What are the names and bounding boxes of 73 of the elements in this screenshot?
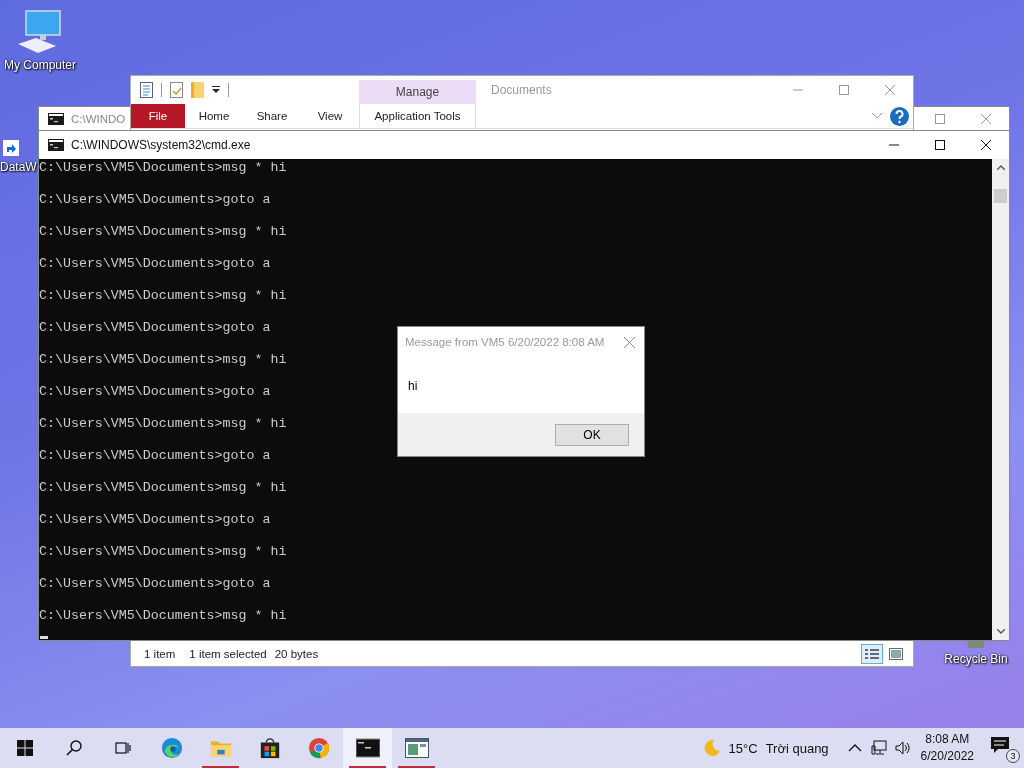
- window-title: C:\WINDOWS\system32\cmd.exe: [71, 137, 252, 154]
- console-line: C:\Users\VM5\Documents>msg * hi: [39, 288, 287, 304]
- app-window-icon: [404, 737, 429, 759]
- maximize-icon: [935, 113, 945, 124]
- close-icon: [981, 140, 991, 150]
- console-line: C:\Users\VM5\Documents>goto a: [39, 384, 271, 400]
- ribbon-tab[interactable]: Share: [243, 104, 301, 128]
- desktop-icon-label[interactable]: My Computer: [4, 58, 76, 72]
- close-icon: [885, 85, 895, 95]
- clock-time[interactable]: 8:08 AM: [925, 731, 970, 748]
- console-line: C:\Users\VM5\Documents>msg * hi: [39, 608, 287, 624]
- search-icon: [65, 740, 82, 756]
- console-line: C:\Users\VM5\Documents>msg * hi: [39, 480, 287, 496]
- console-line: C:\Users\VM5\Documents>goto a: [39, 192, 271, 208]
- console-line: C:\Users\VM5\Documents>goto a: [39, 448, 271, 464]
- properties-icon[interactable]: [140, 82, 153, 98]
- selection-status: 1 item selected: [189, 648, 267, 660]
- scrollbar[interactable]: [992, 159, 1009, 640]
- console-line: C:\Users\VM5\Documents>msg * hi: [39, 416, 287, 432]
- ribbon-tab[interactable]: Application Tools: [359, 104, 476, 128]
- scroll-down-icon[interactable]: [996, 629, 1005, 634]
- help-icon[interactable]: [890, 106, 909, 126]
- scroll-thumb[interactable]: [994, 189, 1007, 203]
- network-icon[interactable]: [870, 740, 887, 756]
- task-view-icon: [114, 740, 131, 756]
- temperature[interactable]: 15°C: [728, 740, 758, 756]
- terminal-icon: [355, 737, 380, 759]
- console-line: C:\Users\VM5\Documents>msg * hi: [39, 224, 287, 240]
- window-title: C:\WINDO: [71, 111, 126, 127]
- view-button[interactable]: [861, 644, 883, 664]
- taskbar-button[interactable]: [343, 728, 392, 768]
- notification-button[interactable]: 3: [990, 733, 1020, 763]
- shortcut-icon: [3, 140, 19, 156]
- console-icon: [48, 139, 64, 151]
- text-cursor: [40, 636, 48, 639]
- window-title: Documents: [490, 82, 553, 99]
- details-view-icon: [865, 648, 879, 660]
- dropdown-icon[interactable]: [212, 86, 220, 94]
- wave-circle-icon: [159, 737, 184, 759]
- thumbnail-view-icon: [889, 648, 903, 660]
- contextual-tab-header: Manage: [359, 80, 476, 104]
- chevron-down-icon[interactable]: [872, 113, 882, 119]
- notification-count: 3: [1006, 749, 1020, 763]
- ribbon-tab[interactable]: Home: [185, 104, 243, 128]
- weather-condition[interactable]: Trời quang: [765, 740, 829, 756]
- console-line: C:\Users\VM5\Documents>msg * hi: [39, 544, 287, 560]
- selection-size: 20 bytes: [274, 648, 319, 660]
- windows-logo-icon: [16, 740, 33, 756]
- console-line: C:\Users\VM5\Documents>goto a: [39, 320, 271, 336]
- console-line: C:\Users\VM5\Documents>msg * hi: [39, 352, 287, 368]
- scroll-up-icon[interactable]: [996, 165, 1005, 170]
- volume-icon[interactable]: [894, 740, 911, 756]
- desktop-icon-label[interactable]: DataW: [0, 160, 37, 174]
- close-icon: [623, 336, 635, 348]
- console-line: C:\Users\VM5\Documents>goto a: [39, 256, 271, 272]
- checkmark-document-icon[interactable]: [170, 82, 183, 98]
- console-line: C:\Users\VM5\Documents>msg * hi: [39, 160, 287, 176]
- console-line: C:\Users\VM5\Documents>goto a: [39, 512, 271, 528]
- close-icon: [981, 113, 991, 124]
- dialog-title: Message from VM5 6/20/2022 8:08 AM: [405, 336, 606, 348]
- console-icon: [48, 112, 64, 125]
- item-count: 1 item: [144, 648, 176, 660]
- clock-date[interactable]: 6/20/2022: [920, 748, 974, 765]
- ok-button[interactable]: OK: [555, 423, 629, 446]
- color-wheel-icon: [306, 737, 331, 759]
- dialog-message: hi: [408, 379, 418, 393]
- ribbon-tab[interactable]: File: [131, 104, 185, 128]
- maximize-icon: [839, 85, 849, 95]
- message-icon: [990, 736, 1010, 754]
- maximize-icon: [935, 140, 945, 150]
- console-line: C:\Users\VM5\Documents>goto a: [39, 576, 271, 592]
- ribbon-tab[interactable]: View: [301, 104, 359, 128]
- computer-icon: [16, 10, 64, 54]
